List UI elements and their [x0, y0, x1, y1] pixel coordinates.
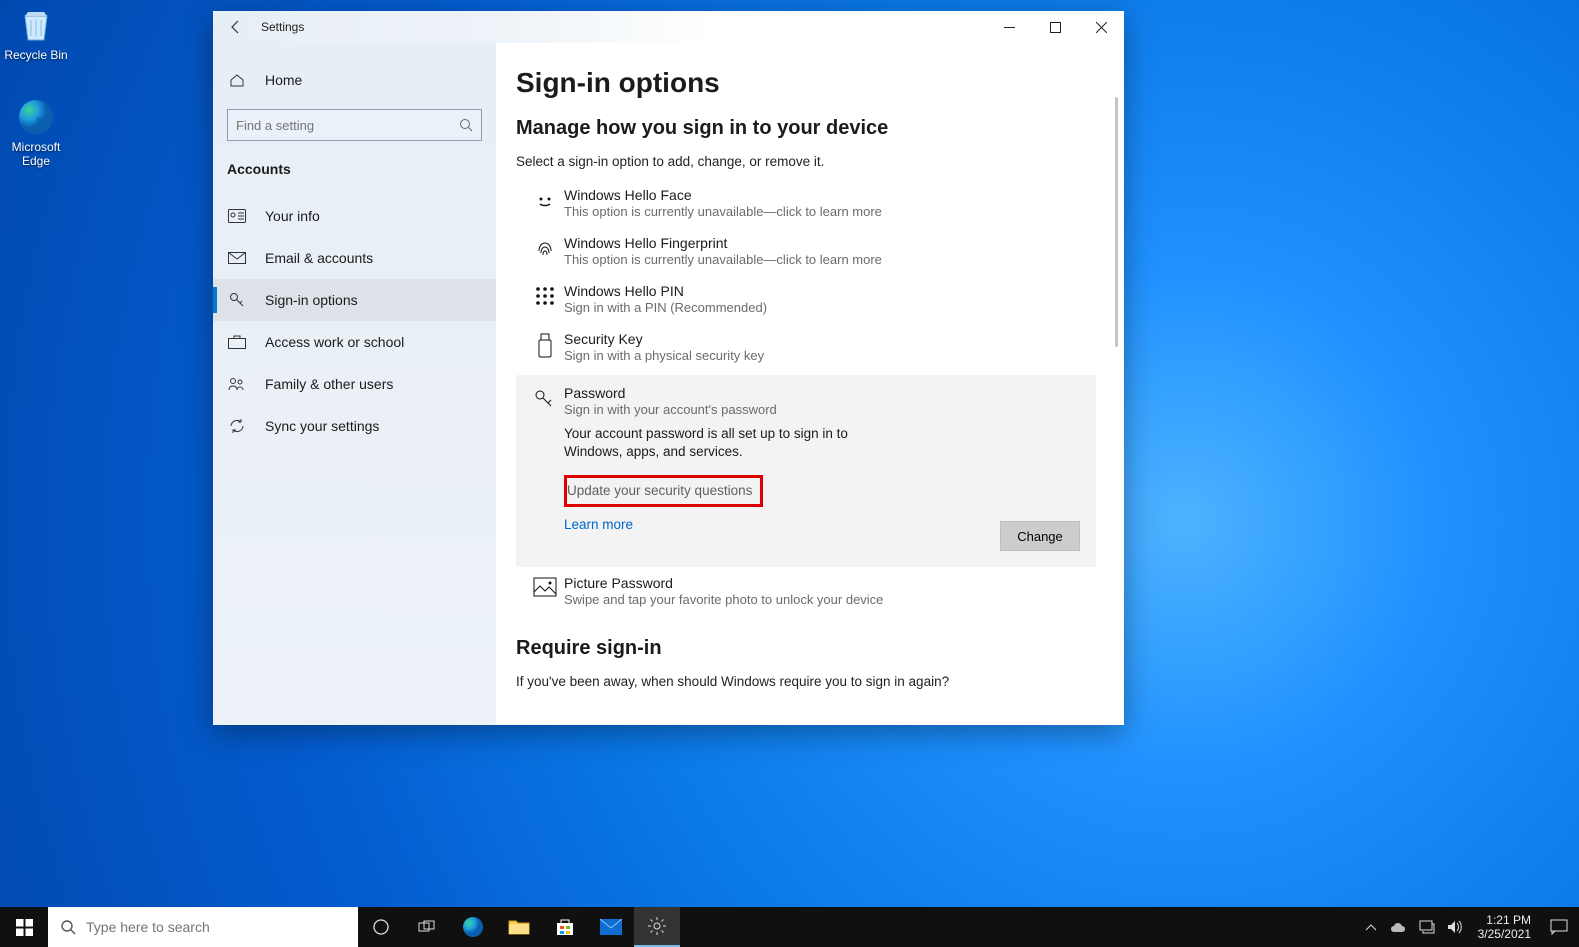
option-fingerprint[interactable]: Windows Hello Fingerprint This option is…	[516, 227, 1096, 275]
back-button[interactable]	[213, 11, 259, 43]
task-view-button-2[interactable]	[404, 907, 450, 947]
briefcase-icon	[227, 332, 247, 352]
password-body: Your account password is all set up to s…	[564, 425, 894, 461]
option-title: Picture Password	[564, 575, 1086, 591]
taskbar-clock[interactable]: 1:21 PM 3/25/2021	[1470, 913, 1539, 941]
learn-more-link[interactable]: Learn more	[564, 517, 633, 532]
section-heading: Manage how you sign in to your device	[516, 117, 1124, 140]
option-pin[interactable]: Windows Hello PIN Sign in with a PIN (Re…	[516, 275, 1096, 323]
option-sub: Sign in with a physical security key	[564, 348, 1086, 363]
option-face[interactable]: Windows Hello Face This option is curren…	[516, 179, 1096, 227]
person-card-icon	[227, 206, 247, 226]
option-title: Windows Hello Face	[564, 187, 1086, 203]
search-icon	[459, 118, 473, 132]
envelope-icon	[227, 248, 247, 268]
taskbar-store[interactable]	[542, 907, 588, 947]
titlebar: Settings	[213, 11, 1124, 43]
sidebar-item-family[interactable]: Family & other users	[213, 363, 496, 405]
sidebar-home[interactable]: Home	[213, 59, 496, 101]
sidebar-item-label: Sync your settings	[265, 418, 379, 434]
update-security-questions-link[interactable]: Update your security questions	[567, 483, 752, 498]
edge-icon	[15, 96, 57, 138]
option-sub: This option is currently unavailable—cli…	[564, 252, 1086, 267]
sidebar-item-label: Sign-in options	[265, 292, 358, 308]
tray-onedrive-icon[interactable]	[1390, 918, 1408, 936]
home-icon	[227, 70, 247, 90]
section-subtext: Select a sign-in option to add, change, …	[516, 154, 1124, 169]
window-title: Settings	[259, 20, 304, 34]
task-view-button[interactable]	[358, 907, 404, 947]
clock-date: 3/25/2021	[1478, 927, 1531, 941]
picture-icon	[526, 575, 564, 607]
system-tray	[1356, 918, 1470, 936]
search-input[interactable]	[236, 118, 459, 133]
fingerprint-icon	[526, 235, 564, 267]
sidebar-item-label: Email & accounts	[265, 250, 373, 266]
option-title: Windows Hello Fingerprint	[564, 235, 1086, 251]
option-sub: Swipe and tap your favorite photo to unl…	[564, 592, 1086, 607]
option-sub: Sign in with your account's password	[564, 402, 1086, 417]
option-title: Password	[564, 385, 1086, 401]
tray-chevron-icon[interactable]	[1362, 918, 1380, 936]
option-title: Windows Hello PIN	[564, 283, 1086, 299]
keylock-icon	[526, 385, 564, 551]
search-icon	[60, 919, 76, 935]
close-button[interactable]	[1078, 11, 1124, 43]
sync-icon	[227, 416, 247, 436]
sidebar-item-your-info[interactable]: Your info	[213, 195, 496, 237]
annotation-highlight: Update your security questions	[564, 475, 763, 507]
taskbar-edge[interactable]	[450, 907, 496, 947]
sidebar-item-label: Access work or school	[265, 334, 404, 350]
people-icon	[227, 374, 247, 394]
sidebar-item-work[interactable]: Access work or school	[213, 321, 496, 363]
scrollbar[interactable]	[1115, 97, 1118, 347]
option-sub: Sign in with a PIN (Recommended)	[564, 300, 1086, 315]
taskbar-search-input[interactable]	[86, 919, 346, 935]
option-picture[interactable]: Picture Password Swipe and tap your favo…	[516, 567, 1096, 615]
sidebar-item-signin[interactable]: Sign-in options	[213, 279, 496, 321]
taskbar: 1:21 PM 3/25/2021	[0, 907, 1579, 947]
sidebar-section: Accounts	[213, 151, 496, 183]
sidebar-home-label: Home	[265, 72, 302, 88]
taskbar-search[interactable]	[48, 907, 358, 947]
option-securitykey[interactable]: Security Key Sign in with a physical sec…	[516, 323, 1096, 371]
sidebar-item-email[interactable]: Email & accounts	[213, 237, 496, 279]
sidebar-item-label: Your info	[265, 208, 320, 224]
taskbar-settings[interactable]	[634, 907, 680, 947]
recycle-bin-label: Recycle Bin	[0, 48, 74, 62]
settings-window: Settings Home	[213, 11, 1124, 725]
taskbar-explorer[interactable]	[496, 907, 542, 947]
edge-desktop-icon[interactable]: Microsoft Edge	[0, 96, 74, 168]
taskbar-mail[interactable]	[588, 907, 634, 947]
search-box[interactable]	[227, 109, 482, 141]
key-icon	[227, 290, 247, 310]
face-icon	[526, 187, 564, 219]
keypad-icon	[526, 283, 564, 315]
option-sub: This option is currently unavailable—cli…	[564, 204, 1086, 219]
page-title: Sign-in options	[516, 67, 1124, 99]
usbkey-icon	[526, 331, 564, 363]
option-password[interactable]: Password Sign in with your account's pas…	[516, 375, 1096, 567]
start-button[interactable]	[0, 907, 48, 947]
recycle-bin-icon	[15, 4, 57, 46]
require-heading: Require sign-in	[516, 637, 1124, 660]
tray-network-icon[interactable]	[1418, 918, 1436, 936]
desktop: Recycle Bin Microsoft Edge Settings	[0, 0, 1579, 947]
change-button[interactable]: Change	[1000, 521, 1080, 551]
action-center-button[interactable]	[1539, 907, 1579, 947]
maximize-button[interactable]	[1032, 11, 1078, 43]
option-title: Security Key	[564, 331, 1086, 347]
sidebar: Home Accounts Your info	[213, 43, 496, 725]
content-pane: Sign-in options Manage how you sign in t…	[496, 43, 1124, 725]
tray-volume-icon[interactable]	[1446, 918, 1464, 936]
clock-time: 1:21 PM	[1478, 913, 1531, 927]
edge-label: Microsoft Edge	[0, 140, 74, 168]
recycle-bin-desktop-icon[interactable]: Recycle Bin	[0, 4, 74, 62]
require-subtext: If you've been away, when should Windows…	[516, 674, 1124, 689]
minimize-button[interactable]	[986, 11, 1032, 43]
sidebar-item-label: Family & other users	[265, 376, 393, 392]
sidebar-item-sync[interactable]: Sync your settings	[213, 405, 496, 447]
